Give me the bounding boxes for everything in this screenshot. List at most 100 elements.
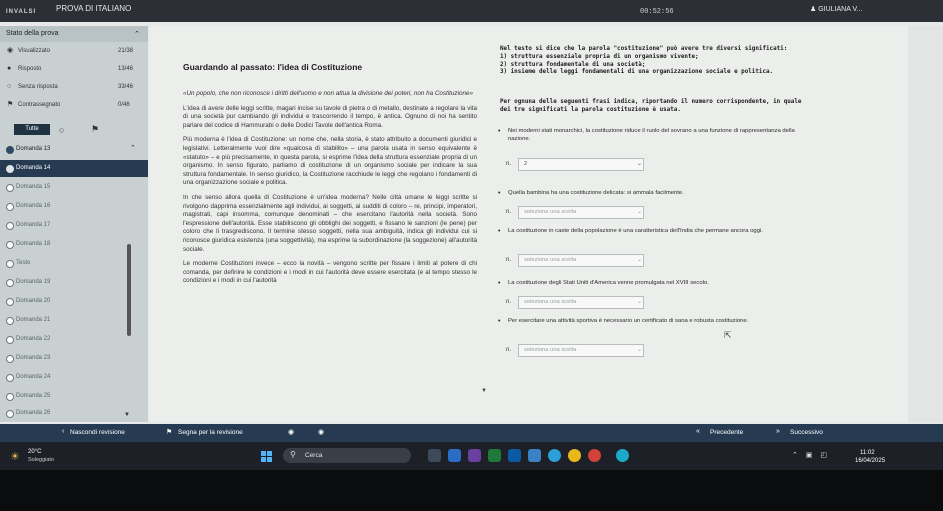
hide-review-button[interactable]: Nascondi revisione	[70, 429, 125, 436]
app-icon[interactable]	[428, 449, 441, 462]
answer-select[interactable]: seleziona una scelta ⌄	[518, 344, 644, 357]
system-tray[interactable]: ⌃ ▣ ◰	[792, 451, 830, 459]
sidebar-item-label: Domanda 21	[16, 317, 51, 323]
intro-line: 2) struttura fondamentale di una società…	[500, 61, 646, 68]
stat-count: 33/46	[118, 84, 134, 90]
filter-flagged-icon[interactable]: ⚑	[91, 124, 99, 135]
clock-time[interactable]: 11:02	[860, 450, 875, 456]
question-panel: Nel testo si dice che la parola "costitu…	[494, 42, 914, 418]
reading-passage[interactable]: «Un popolo, che non riconosce i diritti …	[183, 90, 477, 420]
weather-temp[interactable]: 20°C	[28, 449, 41, 455]
sidebar-scrollbar[interactable]	[127, 244, 131, 336]
chevron-left-icon[interactable]: ‹	[62, 428, 64, 435]
sidebar-item[interactable]: Domanda 25	[0, 388, 148, 405]
stat-unanswered: ○ Senza risposta 33/46	[0, 79, 148, 95]
app-icon[interactable]	[528, 449, 541, 462]
sidebar-item-label: Domanda 13	[16, 146, 51, 152]
sun-icon[interactable]: ☀	[10, 450, 20, 463]
bullet: •	[498, 128, 501, 135]
sidebar-title: Stato della prova	[6, 30, 59, 37]
answer-select[interactable]: seleziona una scelta ⌄	[518, 254, 644, 267]
question-intro: Nel testo si dice che la parola "costitu…	[500, 46, 800, 77]
select-placeholder: seleziona una scelta	[524, 299, 577, 305]
select-placeholder: seleziona una scelta	[524, 347, 577, 353]
mark-for-review-button[interactable]: Segna per la revisione	[178, 429, 243, 436]
sidebar-item[interactable]: Domanda 15	[0, 179, 148, 196]
stat-viewed: ◉ Visualizzato 21/38	[0, 43, 148, 59]
answer-select[interactable]: 2 ⌄	[518, 158, 644, 171]
sidebar-item[interactable]: Domanda 16	[0, 198, 148, 215]
sidebar-item-label: Domanda 23	[16, 355, 51, 361]
status-dot	[6, 146, 14, 154]
chevron-up-icon[interactable]: ⌃	[134, 30, 140, 38]
passage-title: Guardando al passato: l'idea di Costituz…	[183, 62, 363, 72]
app-icon[interactable]	[508, 449, 521, 462]
weather-condition[interactable]: Soleggiato	[28, 457, 54, 463]
taskbar-search[interactable]: ⚲ Cerca	[283, 448, 411, 463]
sidebar-item[interactable]: Testo	[0, 255, 148, 272]
sidebar-item[interactable]: Domanda 23	[0, 350, 148, 367]
stat-label: Risposto	[18, 66, 42, 72]
sidebar-item[interactable]: Domanda 22	[0, 331, 148, 348]
app-icon[interactable]	[588, 449, 601, 462]
bullet: •	[498, 318, 501, 325]
sidebar-item[interactable]: Domanda 21	[0, 312, 148, 329]
flag-icon: ⚑	[166, 429, 173, 436]
intro-line: 3) insieme delle leggi fondamentali di u…	[500, 69, 774, 76]
passage-scroll-down-icon[interactable]: ▼	[481, 388, 487, 394]
statement-text: Per esercitare una attività sportiva è n…	[508, 318, 749, 324]
status-dot	[6, 203, 14, 211]
chevron-down-icon: ⌄	[637, 161, 643, 167]
stat-count: 0/46	[118, 102, 130, 108]
browser-icon[interactable]	[548, 449, 561, 462]
app-icon[interactable]	[468, 449, 481, 462]
filter-all-button[interactable]: Tutte	[14, 124, 50, 135]
sidebar-item-domanda-14[interactable]: Domanda 14	[0, 160, 148, 177]
sidebar-item-label: Domanda 26	[16, 410, 51, 416]
chevron-down-icon: ⌄	[637, 209, 643, 215]
answer-select[interactable]: seleziona una scelta ⌄	[518, 296, 644, 309]
app-icon[interactable]	[488, 449, 501, 462]
chevron-up-icon[interactable]: ⌃	[130, 144, 136, 152]
double-chevron-right-icon: »	[776, 428, 780, 435]
windows-start-icon[interactable]	[261, 451, 272, 462]
sidebar-item-label: Testo	[16, 260, 31, 266]
app-icon[interactable]	[448, 449, 461, 462]
sidebar-header[interactable]: Stato della prova ⌃	[0, 26, 148, 42]
previous-button[interactable]: Precedente	[710, 429, 743, 436]
edge-icon[interactable]	[616, 449, 629, 462]
select-placeholder: seleziona una scelta	[524, 209, 577, 215]
bottom-navigation: ‹ Nascondi revisione ⚑ Segna per la revi…	[0, 424, 943, 442]
clock-date[interactable]: 16/04/2025	[855, 458, 885, 464]
stat-answered: ● Risposto 13/46	[0, 61, 148, 77]
answer-select[interactable]: seleziona una scelta ⌄	[518, 206, 644, 219]
status-dot	[6, 165, 14, 173]
bullet: •	[498, 190, 501, 197]
sidebar-item[interactable]: Domanda 24	[0, 369, 148, 386]
chrome-icon[interactable]	[568, 449, 581, 462]
status-dot	[6, 410, 14, 418]
double-chevron-left-icon: «	[696, 428, 700, 435]
status-ring-icon[interactable]: ◉	[288, 428, 294, 436]
sidebar-item-domanda-13[interactable]: Domanda 13 ⌃	[0, 141, 148, 158]
status-dot	[6, 222, 14, 230]
filter-unanswered-icon[interactable]: ○	[59, 125, 64, 135]
sidebar-item[interactable]: Domanda 20	[0, 293, 148, 310]
question-sidebar: Stato della prova ⌃ ◉ Visualizzato 21/38…	[0, 26, 148, 422]
user-name: ♟ GIULIANA V...	[810, 6, 863, 13]
stat-count: 13/46	[118, 66, 134, 72]
status-ring-icon[interactable]: ◉	[318, 428, 324, 436]
passage-paragraph: Le moderne Costituzioni invece – ecco la…	[183, 260, 477, 285]
sidebar-item[interactable]: Domanda 17	[0, 217, 148, 234]
exam-title: PROVA DI ITALIANO	[56, 4, 132, 13]
intro-line: 1) struttura essenziale propria di un or…	[500, 53, 699, 60]
sidebar-item[interactable]: Domanda 19	[0, 274, 148, 291]
scroll-down-icon[interactable]: ▼	[124, 412, 130, 418]
user-name-label: GIULIANA V...	[818, 6, 863, 13]
sidebar-item-label: Domanda 18	[16, 241, 51, 247]
sidebar-item[interactable]: Domanda 18	[0, 236, 148, 253]
next-button[interactable]: Successivo	[790, 429, 823, 436]
filter-bar: Tutte ○ ⚑	[0, 122, 148, 138]
dot-icon: ●	[7, 65, 12, 72]
answer-number-label: n.	[506, 161, 512, 167]
